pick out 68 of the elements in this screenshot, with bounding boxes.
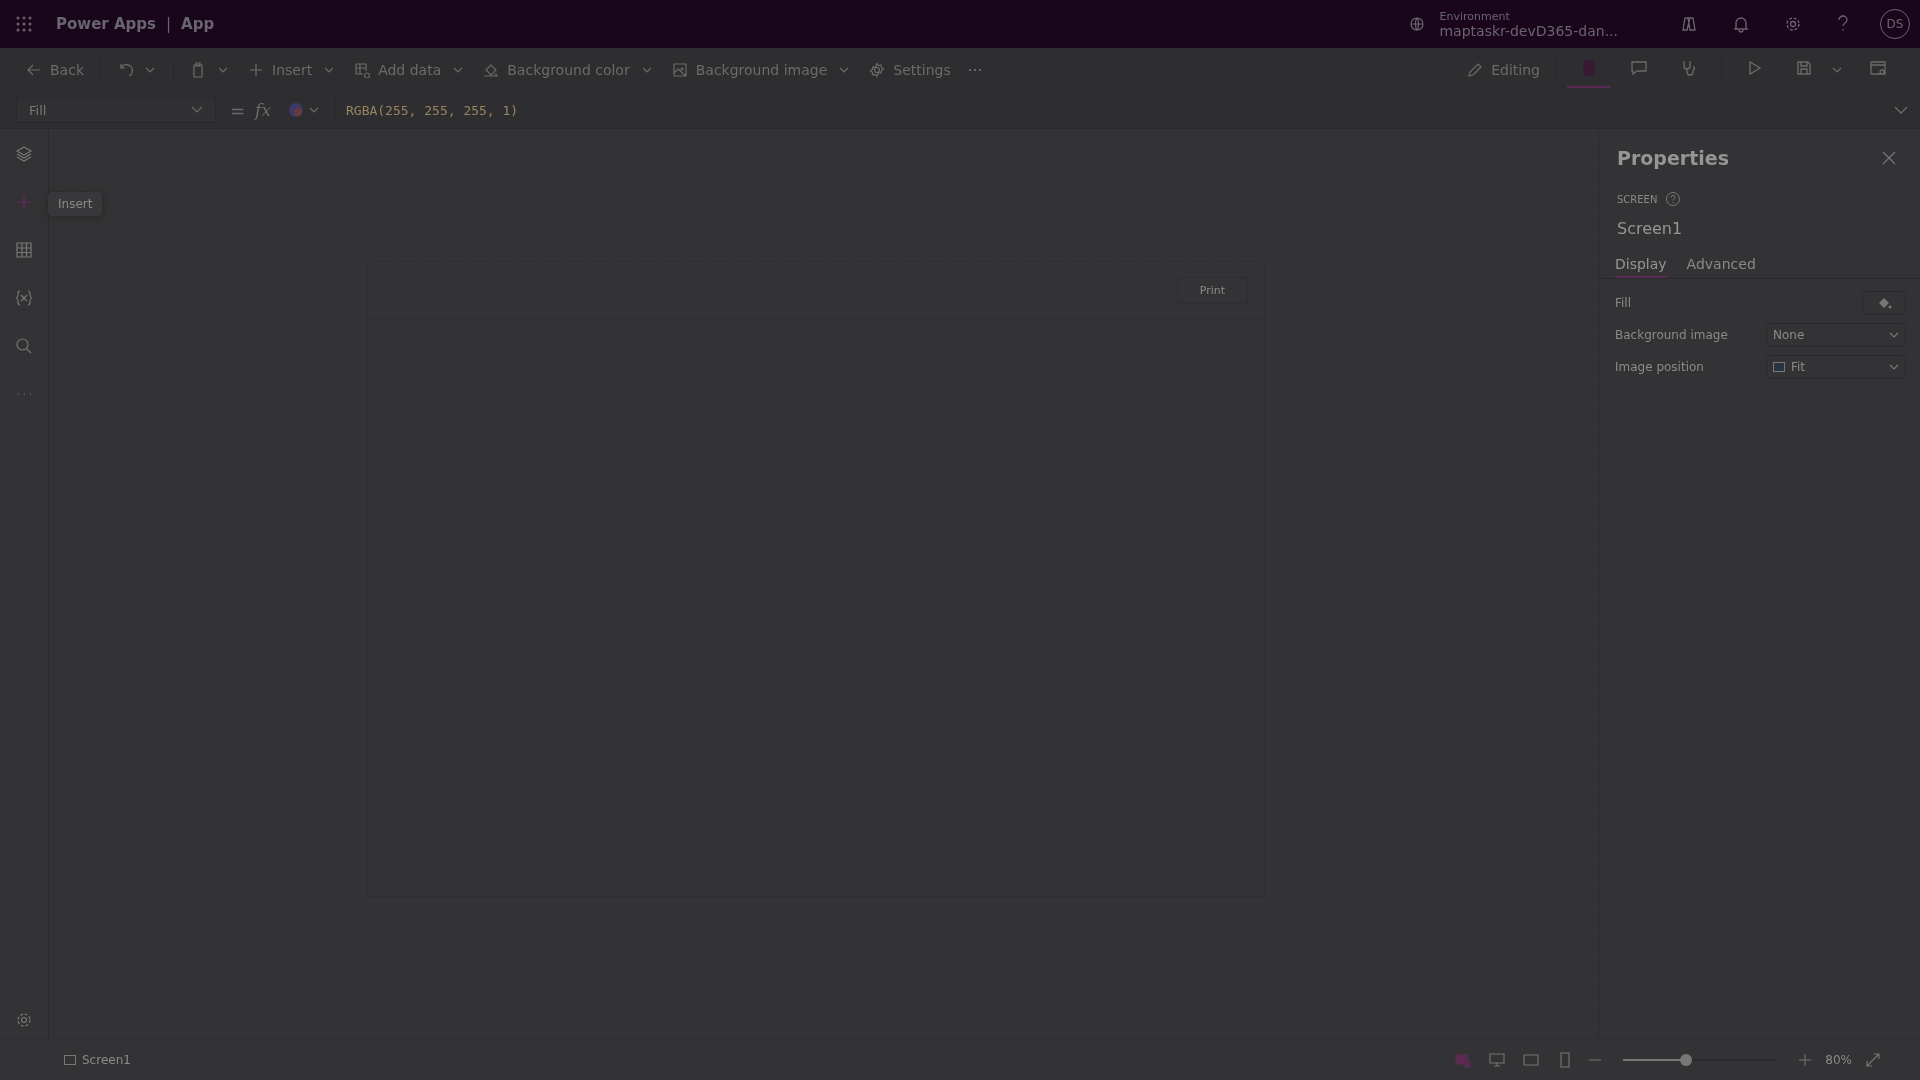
monitor-icon[interactable] [1489, 1052, 1506, 1068]
help-icon[interactable] [1836, 15, 1850, 33]
table-plus-icon [354, 62, 371, 78]
help-icon[interactable] [1665, 191, 1682, 207]
zoom-percent: 80% [1825, 1053, 1852, 1067]
screen-icon [64, 1055, 76, 1065]
toolbar-button[interactable]: Insert [242, 58, 319, 82]
chevron-down-icon [191, 106, 203, 114]
chevron-down-icon [1889, 332, 1899, 338]
toolbar-button[interactable]: Add data [348, 58, 448, 82]
copilot-icon[interactable] [1680, 15, 1698, 33]
app-launcher-icon[interactable] [16, 16, 32, 32]
app-name: App [181, 15, 215, 33]
paint-bucket-icon [483, 62, 500, 78]
property-label: Background image [1615, 328, 1728, 342]
settings-icon [869, 62, 886, 78]
caret-icon[interactable] [641, 67, 652, 73]
screen-tab[interactable]: Screen1 [64, 1053, 131, 1067]
tab[interactable]: Advanced [1686, 250, 1756, 278]
caret-icon[interactable] [453, 67, 464, 73]
equals-sign: = [230, 99, 246, 121]
fx-label: fx [255, 100, 271, 120]
chevron-down-icon [1889, 364, 1899, 370]
property-label: Image position [1615, 360, 1704, 374]
formula-input[interactable]: RGBA(255, 255, 255, 1) [335, 94, 1878, 126]
dropdown[interactable]: None [1766, 323, 1906, 347]
toolbar-button[interactable]: Background color [477, 58, 636, 82]
expand-icon[interactable] [1866, 1053, 1880, 1067]
undo-icon [117, 62, 133, 78]
environment-name[interactable]: maptaskr-devD365-dan... [1439, 22, 1618, 39]
property-label: Fill [1615, 296, 1632, 310]
dropdown[interactable]: Fit [1766, 355, 1906, 379]
editing-button[interactable]: Editing [1461, 58, 1546, 82]
caret-icon [309, 107, 319, 113]
product-name[interactable]: Power Apps [56, 15, 156, 33]
tooltip: Insert [48, 192, 103, 216]
environment-label: Environment [1439, 9, 1511, 23]
close-icon[interactable] [1882, 151, 1896, 165]
bell-icon[interactable] [1732, 15, 1750, 33]
caret-icon[interactable] [218, 67, 228, 73]
caret-icon[interactable] [145, 67, 155, 73]
property-dropdown[interactable]: Fill [16, 97, 216, 123]
tablet-icon[interactable] [1523, 1052, 1540, 1068]
chevron-down-icon[interactable] [1894, 106, 1908, 114]
arrow-left-icon [26, 62, 42, 78]
pencil-icon [1467, 62, 1484, 78]
caret-icon[interactable] [1832, 67, 1842, 73]
settings-icon[interactable] [15, 1011, 33, 1029]
picture-icon [671, 62, 688, 78]
copilot-icon [287, 101, 305, 119]
screen-name: Screen1 [1616, 219, 1684, 238]
toolbar-button[interactable]: Background image [665, 58, 834, 82]
title-separator: | [165, 15, 172, 33]
print-button[interactable]: Print [1176, 276, 1248, 304]
control-type: SCREEN [1617, 193, 1658, 205]
globe-icon [1409, 16, 1426, 32]
panel-title: Properties [1617, 147, 1729, 169]
caret-icon[interactable] [839, 67, 850, 73]
zoom-slider[interactable] [1623, 1054, 1778, 1066]
settings-icon[interactable] [1784, 15, 1802, 33]
clipboard-icon [190, 62, 206, 78]
zoom-in-icon[interactable] [1799, 1054, 1812, 1066]
caret-icon[interactable] [324, 67, 335, 73]
fill-color-button[interactable] [1862, 291, 1906, 315]
toolbar-button[interactable]: Back [20, 58, 90, 82]
toolbar-button[interactable]: Settings [863, 58, 957, 82]
plus-icon [248, 62, 264, 78]
tab[interactable]: Display [1615, 250, 1667, 278]
